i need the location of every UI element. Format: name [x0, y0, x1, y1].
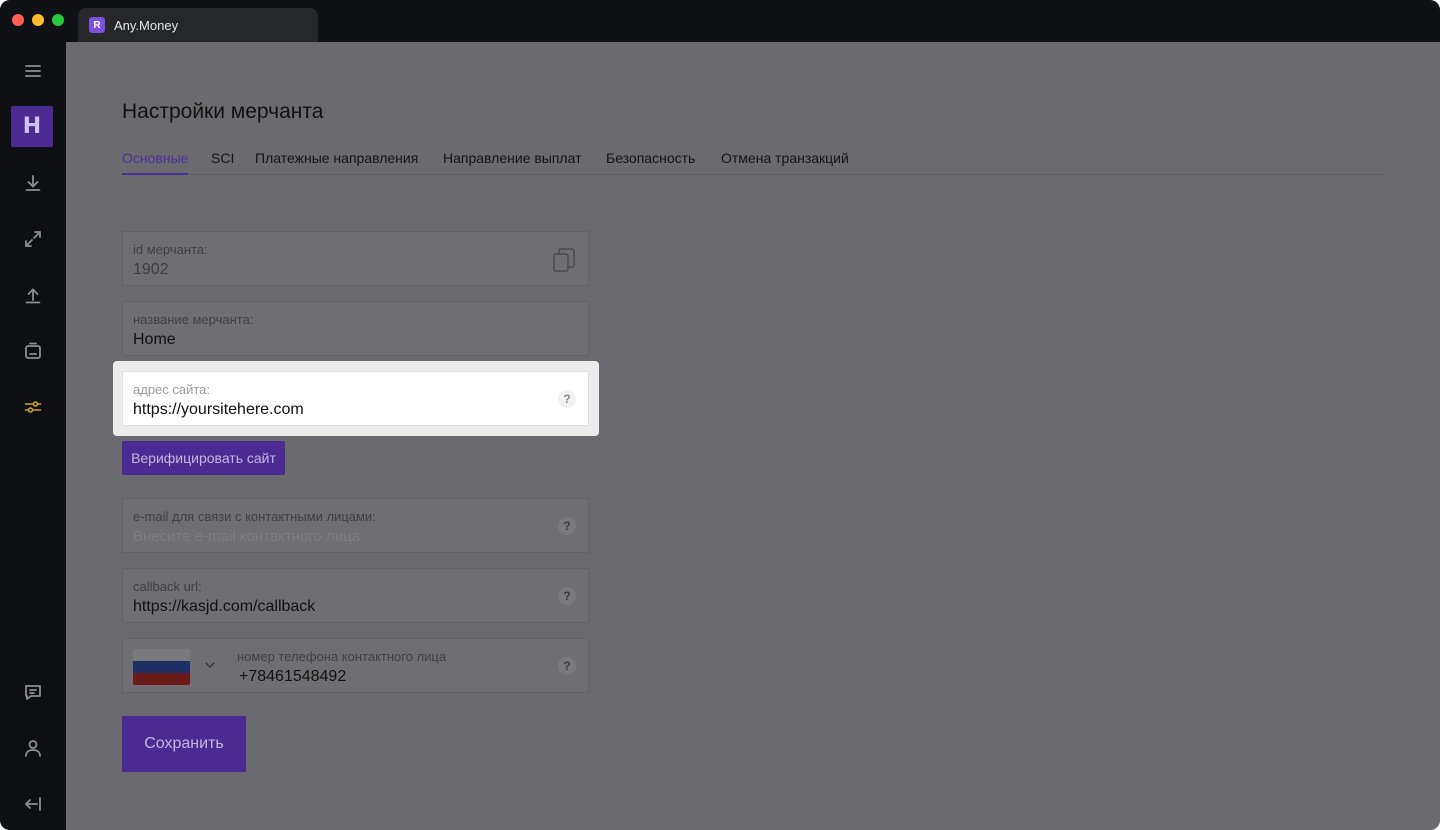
- settings-sliders-icon[interactable]: [0, 385, 66, 429]
- tab-main[interactable]: Основные: [122, 150, 189, 175]
- browser-tab-title: Any.Money: [114, 17, 179, 33]
- merchant-id-value: 1902: [133, 261, 169, 278]
- merchant-id-label: id мерчанта:: [133, 242, 208, 257]
- copy-icon[interactable]: [552, 247, 576, 273]
- maximize-window-button[interactable]: [52, 14, 64, 26]
- upload-icon[interactable]: [0, 273, 66, 317]
- tab-payment-directions[interactable]: Платежные направления: [255, 150, 418, 175]
- chat-icon[interactable]: [0, 670, 66, 714]
- settings-tabs: Основные SCI Платежные направления Напра…: [122, 150, 1384, 175]
- user-profile-icon[interactable]: [0, 726, 66, 770]
- wallet-icon[interactable]: [0, 329, 66, 373]
- merchant-id-field: id мерчанта: 1902: [122, 231, 589, 286]
- help-icon[interactable]: ?: [558, 517, 576, 535]
- app-window: R Any.Money H Настройки мерчанта Основны…: [0, 0, 1440, 830]
- callback-url-label: callback url:: [133, 579, 202, 594]
- site-address-value[interactable]: https://yoursitehere.com: [133, 401, 304, 419]
- brand-logo[interactable]: H: [11, 106, 53, 147]
- tab-sci[interactable]: SCI: [211, 150, 234, 175]
- help-icon[interactable]: ?: [558, 390, 576, 408]
- merchant-name-field[interactable]: название мерчанта: Home: [122, 301, 589, 356]
- exchange-arrows-icon[interactable]: [0, 217, 66, 261]
- phone-label: номер телефона контактного лица: [237, 649, 447, 664]
- phone-value[interactable]: +78461548492: [239, 668, 346, 686]
- browser-tab[interactable]: R Any.Money: [78, 8, 318, 42]
- page-title: Настройки мерчанта: [122, 100, 324, 123]
- logo-letter: H: [22, 114, 42, 139]
- merchant-name-label: название мерчанта:: [133, 312, 254, 327]
- save-button[interactable]: Сохранить: [122, 716, 246, 772]
- callback-url-field[interactable]: callback url: https://kasjd.com/callback…: [122, 568, 589, 623]
- help-icon[interactable]: ?: [558, 587, 576, 605]
- merchant-name-value[interactable]: Home: [133, 331, 176, 349]
- favicon-icon: R: [89, 17, 105, 33]
- site-address-label: адрес сайта:: [133, 382, 211, 397]
- callback-url-value[interactable]: https://kasjd.com/callback: [133, 598, 315, 616]
- contact-email-field[interactable]: e-mail для связи с контактными лицами: В…: [122, 498, 589, 553]
- site-address-field[interactable]: адрес сайта: https://yoursitehere.com ?: [122, 371, 589, 426]
- russia-flag-icon[interactable]: [133, 649, 190, 685]
- tab-transaction-cancel[interactable]: Отмена транзакций: [721, 150, 849, 175]
- main-content: Настройки мерчанта Основные SCI Платежны…: [66, 42, 1440, 830]
- close-window-button[interactable]: [12, 14, 24, 26]
- verify-site-button[interactable]: Верифицировать сайт: [122, 441, 285, 475]
- help-icon[interactable]: ?: [558, 657, 576, 675]
- menu-icon[interactable]: [0, 49, 66, 93]
- logout-icon[interactable]: [0, 782, 66, 826]
- phone-field[interactable]: номер телефона контактного лица +7846154…: [122, 638, 589, 693]
- minimize-window-button[interactable]: [32, 14, 44, 26]
- tab-payout-directions[interactable]: Направление выплат: [443, 150, 582, 175]
- title-bar: R Any.Money: [0, 0, 1440, 42]
- download-icon[interactable]: [0, 161, 66, 205]
- contact-email-input[interactable]: Внесите e-mail контактного лица: [133, 528, 360, 545]
- chevron-down-icon[interactable]: [203, 658, 217, 672]
- tab-security[interactable]: Безопасность: [606, 150, 695, 175]
- sidebar: H: [0, 42, 66, 830]
- contact-email-label: e-mail для связи с контактными лицами:: [133, 509, 376, 524]
